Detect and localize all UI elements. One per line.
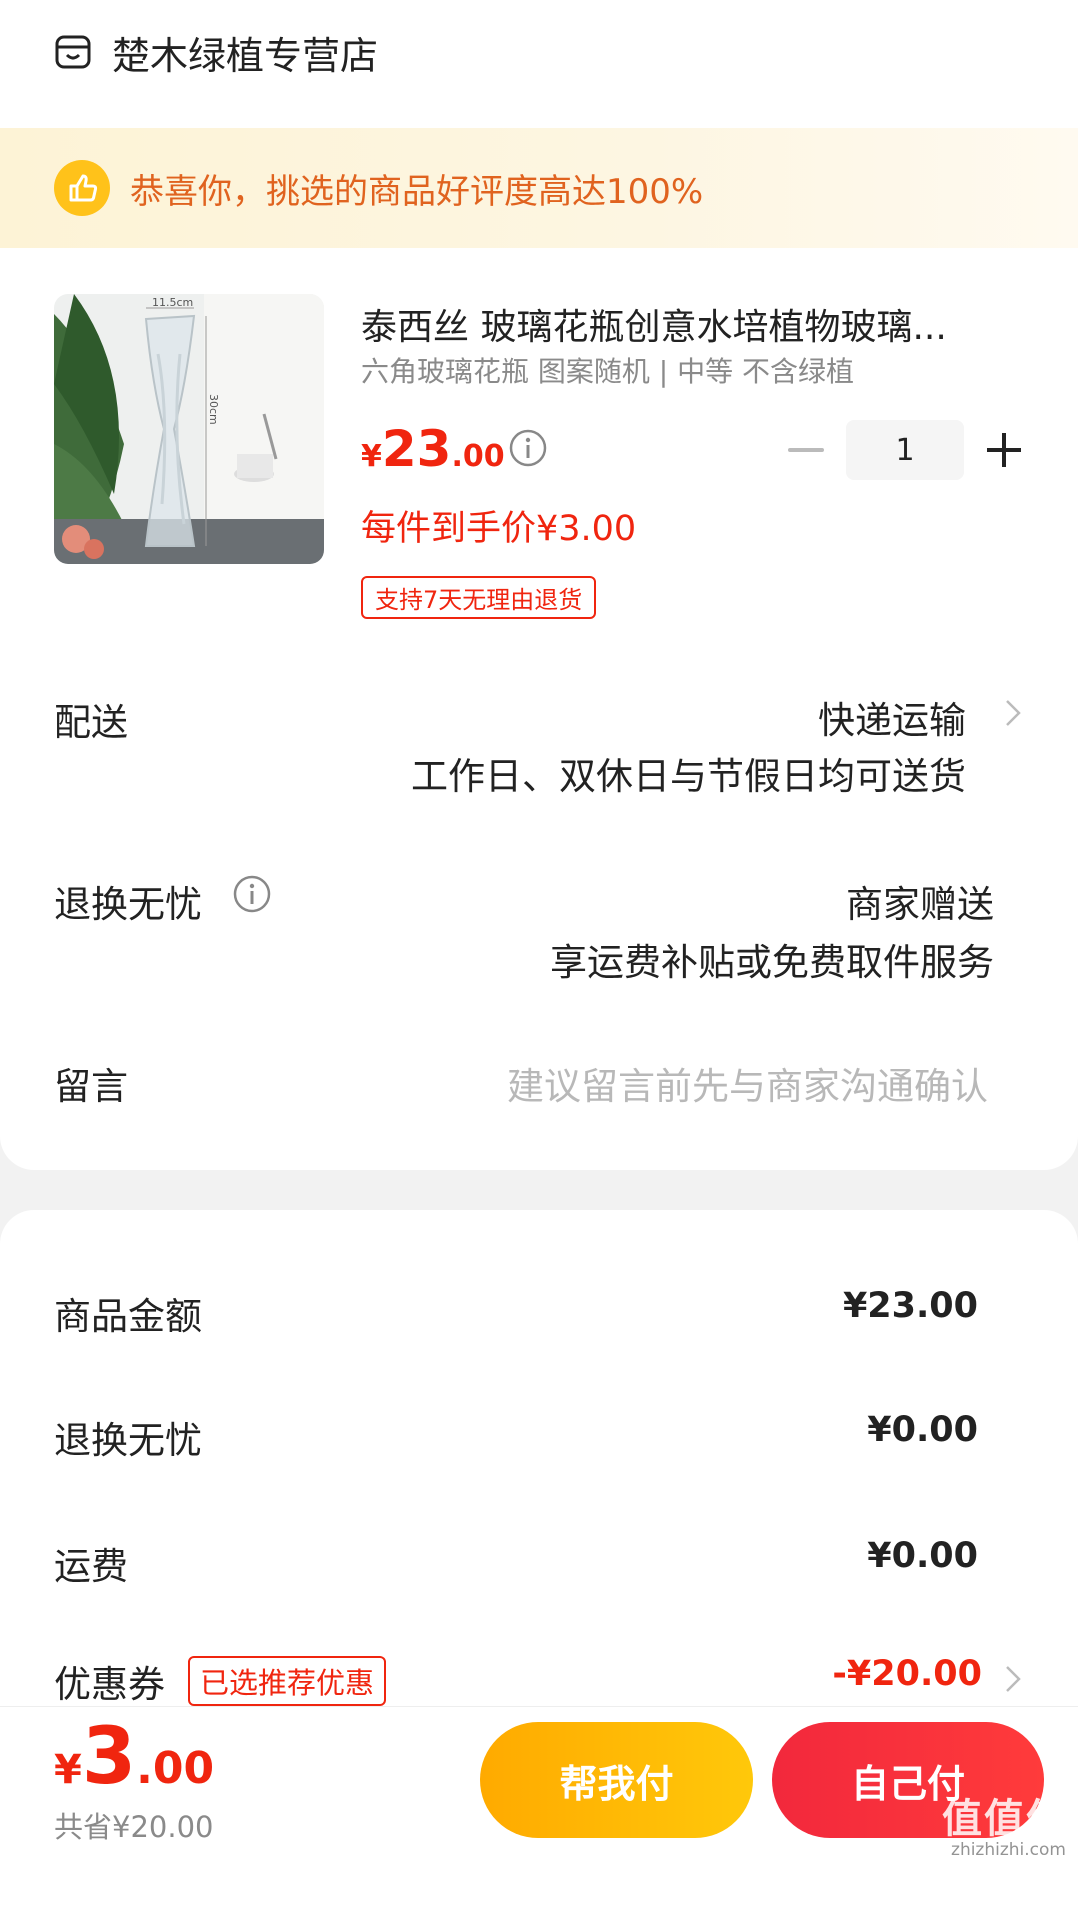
store-icon <box>55 35 91 69</box>
product-spec[interactable]: 六角玻璃花瓶 图案随机 | 中等 不含绿植 <box>361 350 854 390</box>
store-name: 楚木绿植专营店 <box>112 33 379 78</box>
coupon-value[interactable]: -¥20.00 <box>832 1654 982 1694</box>
thumbs-up-icon <box>54 160 110 216</box>
delivery-chevron-icon[interactable] <box>1004 698 1022 728</box>
price-currency: ¥ <box>361 439 382 474</box>
total-price: ¥ 3 .00 <box>54 1712 214 1802</box>
delivery-label: 配送 <box>54 701 128 744</box>
message-label: 留言 <box>54 1065 128 1108</box>
quantity-increase-button[interactable] <box>984 430 1024 470</box>
shipping-value: ¥0.00 <box>867 1536 978 1576</box>
goods-amount-label: 商品金额 <box>54 1295 202 1338</box>
price-decimal: .00 <box>451 439 505 474</box>
quantity-decrease-button[interactable] <box>788 448 824 452</box>
delivery-note: 工作日、双休日与节假日均可送货 <box>411 755 966 798</box>
price-info-icon[interactable] <box>508 428 548 468</box>
image-height-label: 30cm <box>207 394 220 425</box>
watermark-logo: 值值值 <box>942 1796 1068 1842</box>
total-decimal: .00 <box>136 1743 215 1794</box>
product-price: ¥ 23 .00 <box>361 420 505 478</box>
return-policy-badge: 支持7天无理由退货 <box>361 576 597 619</box>
goods-amount-value: ¥23.00 <box>842 1286 978 1326</box>
return-service-label: 退换无忧 <box>54 883 202 926</box>
total-currency: ¥ <box>54 1747 82 1793</box>
coupon-selected-badge: 已选推荐优惠 <box>188 1656 387 1706</box>
return-fee-value: ¥0.00 <box>867 1410 978 1450</box>
shipping-label: 运费 <box>54 1545 128 1588</box>
quantity-input[interactable]: 1 <box>846 420 964 480</box>
coupon-chevron-icon[interactable] <box>1004 1664 1022 1694</box>
image-width-label: 11.5cm <box>152 296 194 309</box>
return-service-note: 享运费补贴或免费取件服务 <box>550 941 994 984</box>
coupon-label: 优惠券 <box>54 1663 165 1706</box>
saved-amount: 共省¥20.00 <box>54 1810 214 1844</box>
banner-text: 恭喜你，挑选的商品好评度高达100% <box>130 171 704 212</box>
final-price: 每件到手价¥3.00 <box>361 509 637 549</box>
total-integer: 3 <box>81 1712 137 1802</box>
return-fee-label: 退换无忧 <box>54 1419 202 1462</box>
return-service-value: 商家赠送 <box>846 883 994 926</box>
product-title[interactable]: 泰西丝 玻璃花瓶创意水培植物玻璃... <box>361 298 1001 350</box>
watermark-url: zhizhizhi.com <box>951 1840 1066 1860</box>
help-pay-button[interactable]: 帮我付 <box>480 1722 753 1838</box>
price-integer: 23 <box>381 420 452 478</box>
message-input[interactable]: 建议留言前先与商家沟通确认 <box>507 1056 988 1110</box>
store-header[interactable]: 楚木绿植专营店 <box>54 22 378 82</box>
product-image[interactable]: 11.5cm 30cm <box>54 294 324 564</box>
praise-banner: 恭喜你，挑选的商品好评度高达100% <box>0 128 1078 248</box>
return-info-icon[interactable] <box>232 874 272 914</box>
delivery-method[interactable]: 快递运输 <box>818 690 966 744</box>
